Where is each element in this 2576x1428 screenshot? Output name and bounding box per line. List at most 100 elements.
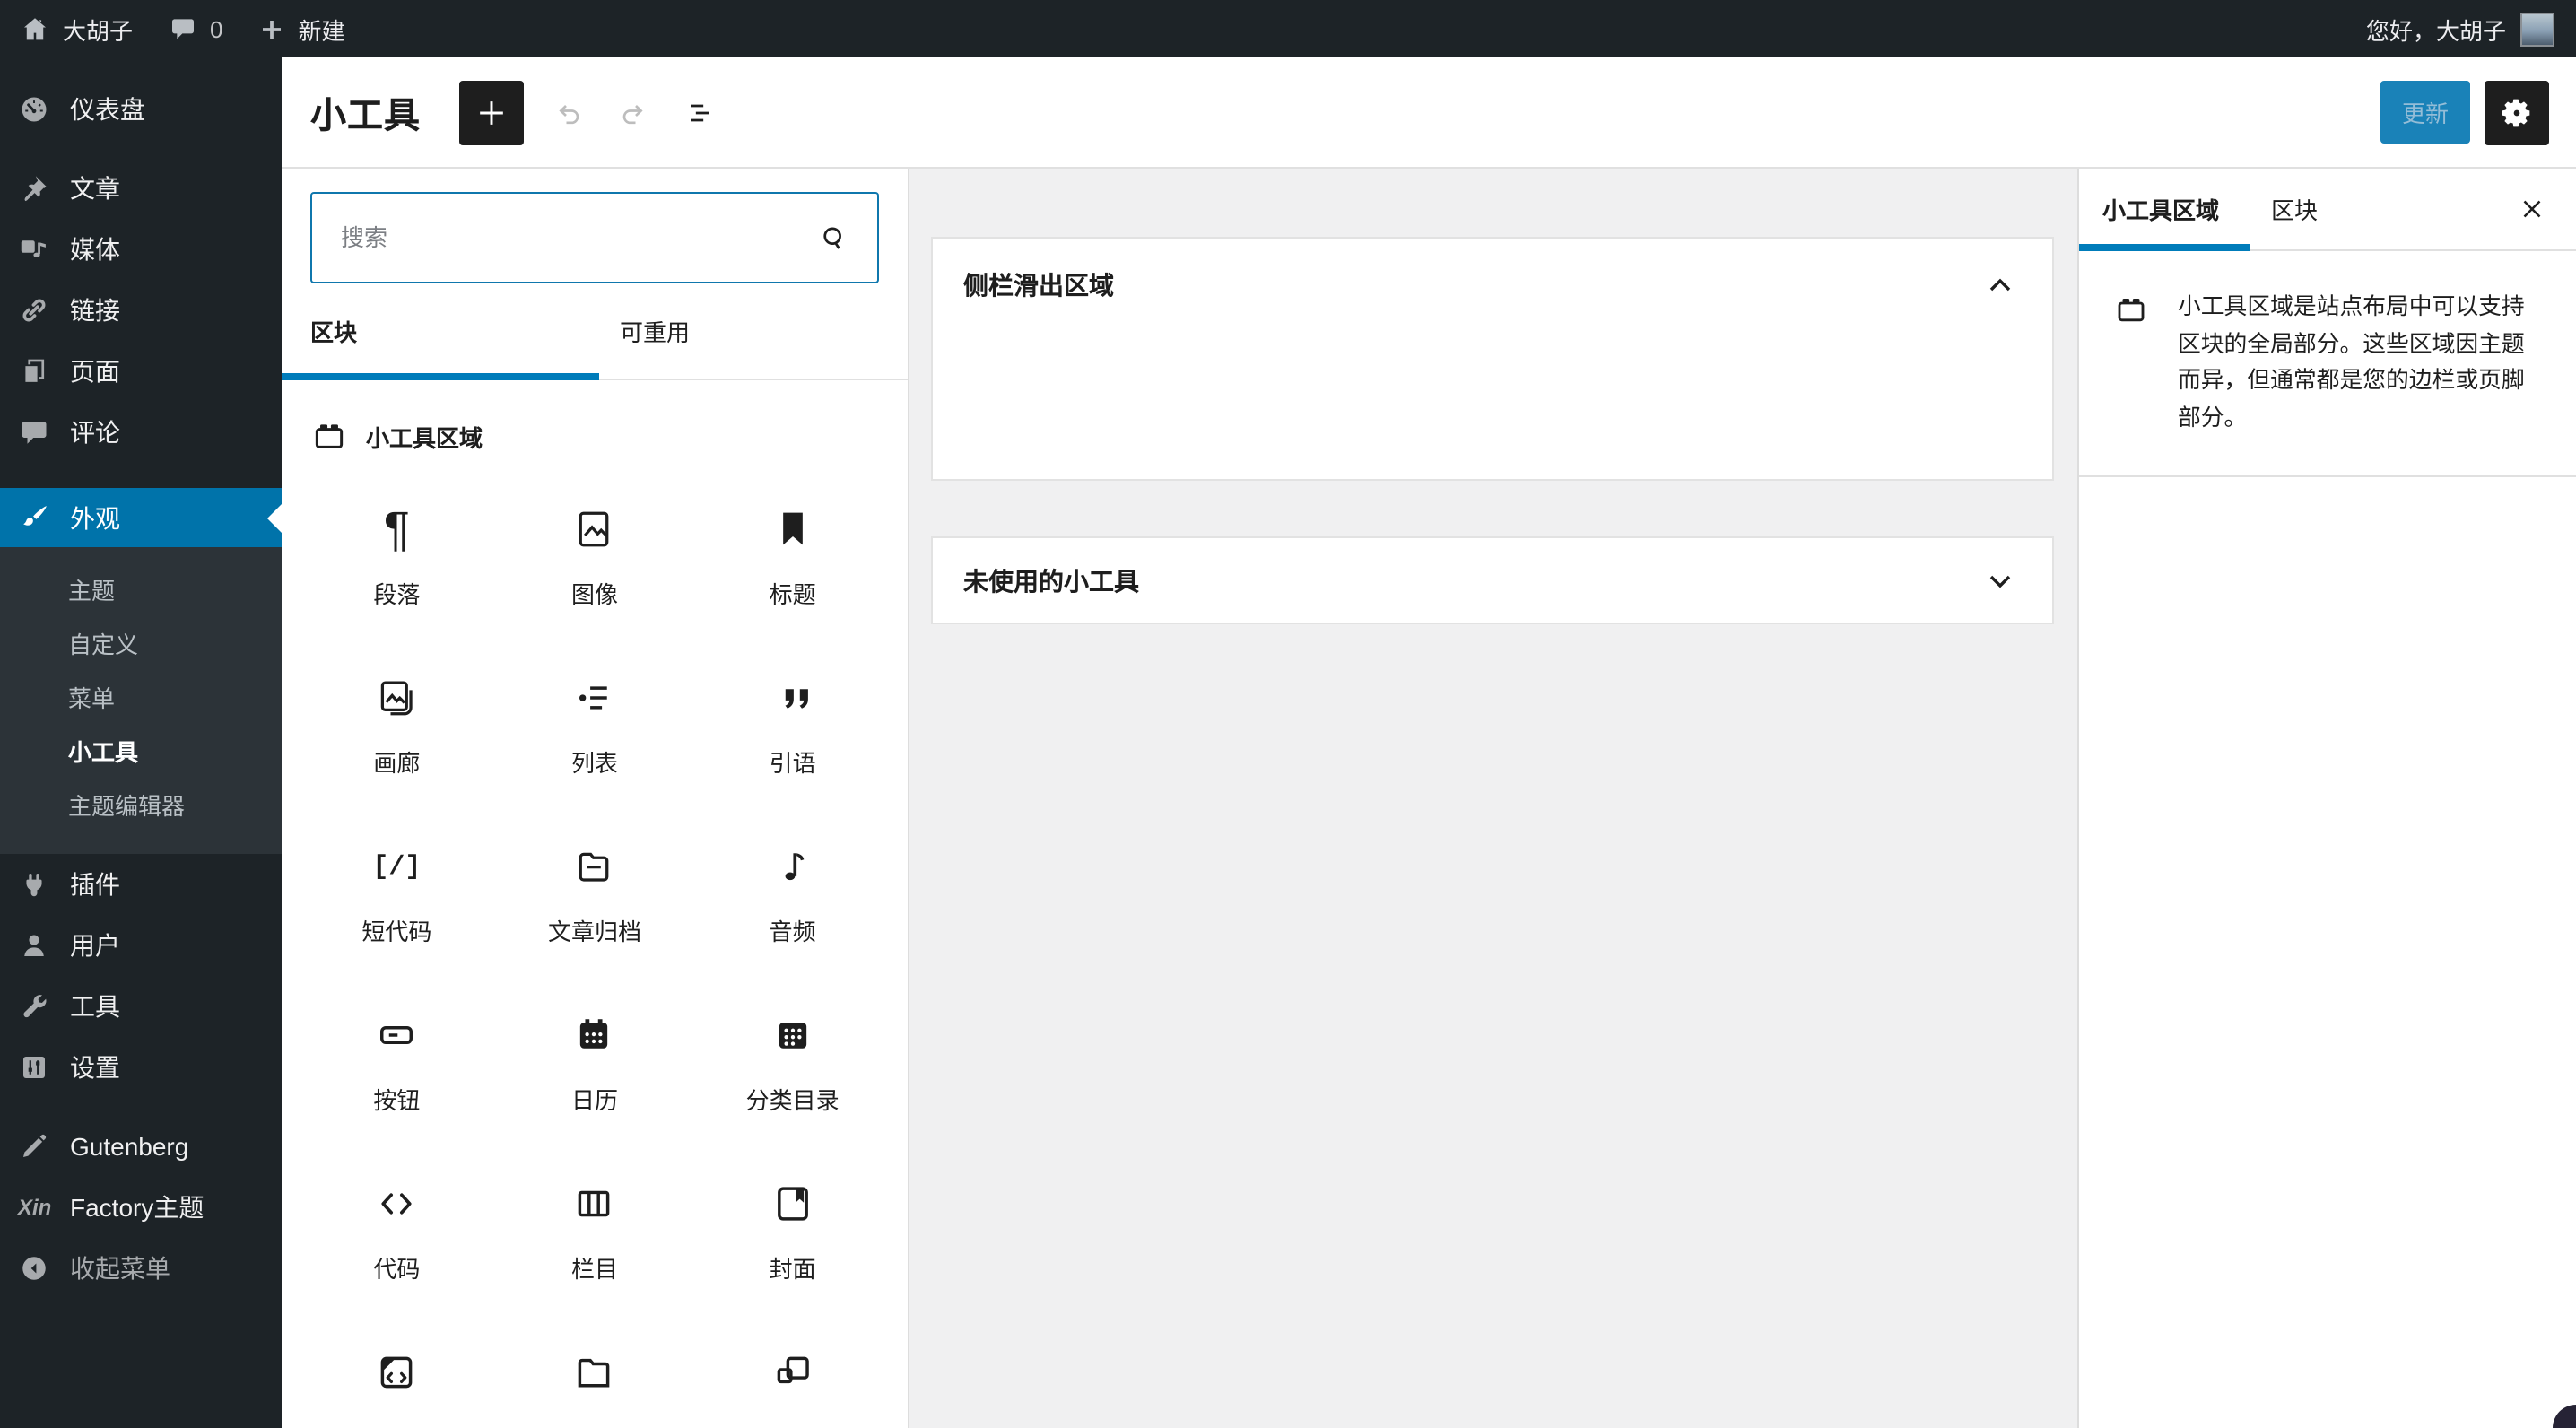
- search-input[interactable]: [310, 192, 879, 283]
- list-view-button[interactable]: [670, 83, 727, 141]
- redo-button[interactable]: [604, 83, 661, 141]
- audio-note-icon: [770, 843, 816, 890]
- block-label: 代码: [373, 1256, 421, 1283]
- block-item-image[interactable]: 图像: [496, 474, 694, 642]
- block-item-list[interactable]: 列表: [496, 642, 694, 811]
- sidebar-item-label: 插件: [70, 870, 120, 899]
- button-icon: [373, 1012, 420, 1058]
- undo-button[interactable]: [539, 83, 596, 141]
- sidebar-item-label: 页面: [70, 357, 120, 386]
- divider: [2079, 475, 2576, 477]
- block-item-custom-html[interactable]: [298, 1317, 496, 1428]
- close-settings-button[interactable]: [2510, 187, 2553, 230]
- admin-bar-comments[interactable]: 0: [169, 14, 223, 43]
- block-item-archives[interactable]: 文章归档: [496, 811, 694, 980]
- menu-spacer: [0, 57, 282, 79]
- block-label: 列表: [570, 750, 618, 777]
- block-inserter-toggle-button[interactable]: [458, 80, 523, 144]
- tab-reusable[interactable]: 可重用: [598, 283, 908, 379]
- bookmark-icon: [770, 506, 816, 553]
- block-label: 按钮: [373, 1087, 421, 1114]
- avatar: [2520, 12, 2554, 46]
- folder-icon: [571, 1349, 618, 1396]
- block-label: 标题: [769, 581, 816, 608]
- user-icon: [18, 929, 50, 962]
- dashboard-icon: [18, 93, 50, 126]
- sidebar-item-label: 收起菜单: [70, 1254, 170, 1283]
- tab-blocks[interactable]: 区块: [282, 283, 598, 380]
- block-grid: ¶ 段落 图像 标题 画廊 列表 引语 [/] 短代码 文章归档 音频 按钮 日…: [282, 456, 908, 1428]
- gear-icon: [2499, 94, 2535, 130]
- block-item-file[interactable]: [496, 1317, 694, 1428]
- block-item-code[interactable]: 代码: [298, 1148, 496, 1317]
- sidebar-item-posts[interactable]: 文章: [0, 158, 282, 219]
- comments-icon: [18, 416, 50, 448]
- admin-bar-site-label: 大胡子: [63, 17, 134, 44]
- gallery-icon: [373, 675, 420, 721]
- sidebar-item-settings[interactable]: 设置: [0, 1037, 282, 1098]
- quote-icon: [770, 675, 816, 721]
- sidebar-item-collapse-menu[interactable]: 收起菜单: [0, 1238, 282, 1299]
- admin-bar: 大胡子 0 新建 您好，大胡子: [0, 0, 2576, 57]
- sidebar-item-users[interactable]: 用户: [0, 915, 282, 976]
- block-label: 引语: [769, 750, 816, 777]
- admin-bar-new[interactable]: 新建: [259, 12, 345, 46]
- sidebar-item-links[interactable]: 链接: [0, 280, 282, 341]
- sidebar-item-media[interactable]: 媒体: [0, 219, 282, 280]
- block-item-quote[interactable]: 引语: [693, 642, 892, 811]
- wrench-icon: [18, 990, 50, 1023]
- block-item-gallery[interactable]: 画廊: [298, 642, 496, 811]
- sidebar-item-label: Gutenberg: [70, 1132, 189, 1161]
- submenu-item-customize[interactable]: 自定义: [0, 615, 282, 669]
- block-item-button[interactable]: 按钮: [298, 980, 496, 1148]
- sidebar-item-gutenberg[interactable]: Gutenberg: [0, 1116, 282, 1177]
- tab-block[interactable]: 区块: [2271, 191, 2318, 225]
- chevron-up-icon[interactable]: [1979, 264, 2022, 307]
- widget-area-panel-header[interactable]: 未使用的小工具: [933, 538, 2052, 623]
- block-item-heading[interactable]: 标题: [693, 474, 892, 642]
- admin-bar-site[interactable]: 大胡子: [20, 12, 133, 46]
- tab-label: 可重用: [620, 319, 691, 346]
- widget-area-panel-sidebar-slideout: 侧栏滑出区域: [931, 237, 2054, 481]
- admin-bar-account[interactable]: 您好，大胡子: [2366, 12, 2576, 46]
- settings-gear-button[interactable]: [2485, 80, 2549, 144]
- submenu-item-widgets[interactable]: 小工具: [0, 723, 282, 777]
- tab-widget-areas[interactable]: 小工具区域: [2079, 191, 2219, 225]
- block-item-paragraph[interactable]: ¶ 段落: [298, 474, 496, 642]
- update-button[interactable]: 更新: [2380, 81, 2470, 144]
- link-icon: [18, 294, 50, 327]
- sidebar-item-appearance[interactable]: 外观: [0, 488, 282, 547]
- plus-icon: [259, 15, 286, 42]
- pencil-icon: [18, 1130, 50, 1162]
- submenu-item-themes[interactable]: 主题: [0, 562, 282, 615]
- sidebar-item-plugins[interactable]: 插件: [0, 854, 282, 915]
- submenu-item-theme-editor[interactable]: 主题编辑器: [0, 777, 282, 831]
- archive-card-icon: [571, 843, 618, 890]
- block-item-categories[interactable]: 分类目录: [693, 980, 892, 1148]
- sidebar-item-label: 评论: [70, 418, 120, 447]
- plus-icon: [471, 92, 510, 132]
- sidebar-item-xin-factory-theme[interactable]: Xin Factory主题: [0, 1177, 282, 1238]
- media-icon: [18, 233, 50, 266]
- submenu-label: 自定义: [68, 631, 139, 657]
- home-icon: [20, 13, 50, 44]
- submenu-item-menus[interactable]: 菜单: [0, 669, 282, 723]
- widget-area-panel-header[interactable]: 侧栏滑出区域: [933, 239, 2052, 332]
- sidebar-item-pages[interactable]: 页面: [0, 341, 282, 402]
- sidebar-item-tools[interactable]: 工具: [0, 976, 282, 1037]
- submenu-label: 主题编辑器: [68, 792, 186, 819]
- block-item-media-text[interactable]: [693, 1317, 892, 1428]
- sidebar-item-dashboard[interactable]: 仪表盘: [0, 79, 282, 140]
- menu-spacer: [0, 1098, 282, 1116]
- columns-icon: [571, 1180, 618, 1227]
- categories-icon: [770, 1012, 816, 1058]
- block-item-calendar[interactable]: 日历: [496, 980, 694, 1148]
- chevron-down-icon[interactable]: [1979, 559, 2022, 602]
- block-item-audio[interactable]: 音频: [693, 811, 892, 980]
- block-item-columns[interactable]: 栏目: [496, 1148, 694, 1317]
- block-item-shortcode[interactable]: [/] 短代码: [298, 811, 496, 980]
- sidebar-item-comments[interactable]: 评论: [0, 402, 282, 463]
- block-item-cover[interactable]: 封面: [693, 1148, 892, 1317]
- paragraph-icon: ¶: [383, 502, 410, 556]
- sidebar-item-label: 外观: [70, 503, 120, 532]
